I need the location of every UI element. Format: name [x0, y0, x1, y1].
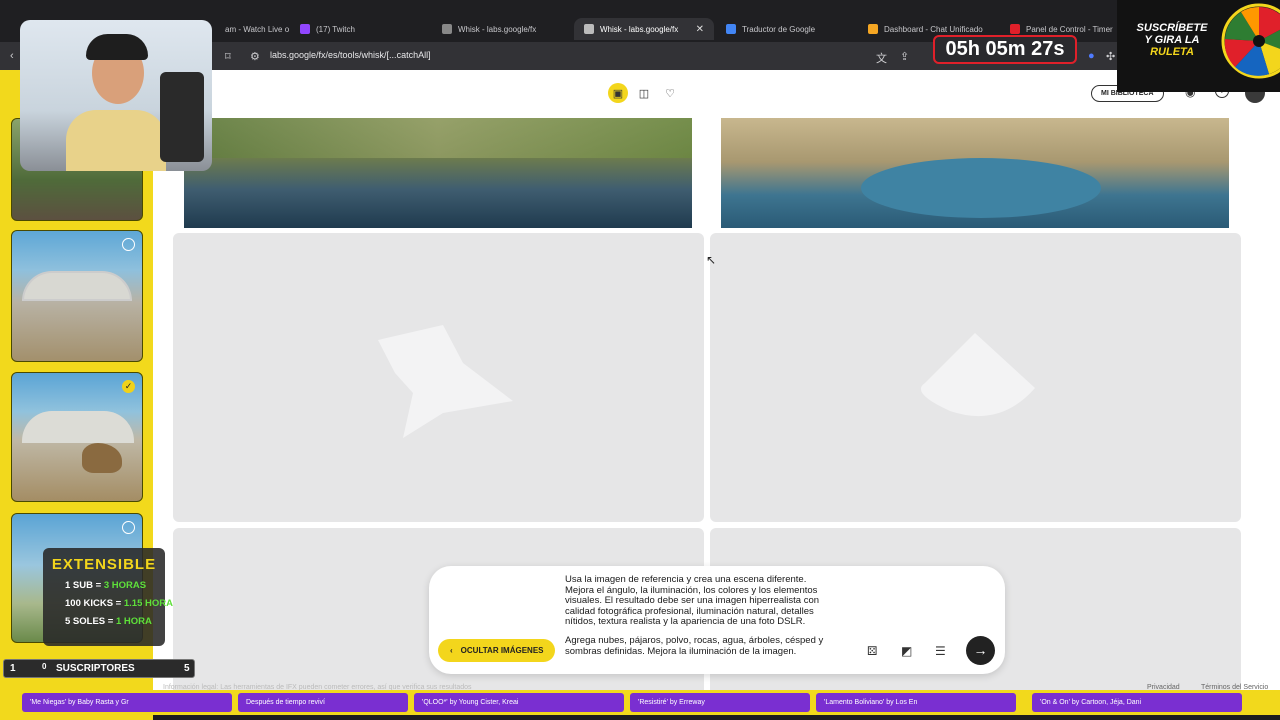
building-shape — [22, 411, 134, 443]
translate-page-icon[interactable]: 文 — [876, 50, 887, 66]
tab-whisk-1[interactable]: Whisk - labs.google/fx — [432, 18, 572, 40]
microphone-arm — [160, 72, 204, 162]
prompt-textarea[interactable]: Usa la imagen de referencia y crea una e… — [565, 574, 833, 665]
extensible-line: 1 SUB = 3 HORAS — [43, 580, 165, 591]
tab-twitch[interactable]: (17) Twitch — [290, 18, 430, 40]
site-info-icon[interactable]: ⚙ — [250, 50, 260, 63]
ext-left: 100 KICKS = — [65, 598, 124, 609]
webcam-overlay — [20, 20, 212, 171]
dinosaur-shape — [82, 443, 122, 473]
ticker-item: 'Resistiré' by Erreway — [630, 693, 810, 712]
music-ticker: 'Me Niegas' by Baby Rasta y Gr Después d… — [0, 690, 1280, 715]
favorites-heart-icon[interactable]: ♡ — [660, 83, 680, 103]
ext-right: 1 HORA — [115, 616, 152, 627]
ticker-item: Después de tiempo reviví — [238, 693, 408, 712]
building-shape — [22, 271, 132, 301]
prompt-paragraph: Agrega nubes, pájaros, polvo, rocas, agu… — [565, 635, 824, 657]
promo-text: SUSCRÍBETE Y GIRA LA RULETA — [1127, 22, 1217, 58]
promo-line: Y GIRA LA — [1144, 34, 1200, 46]
tab-label: Dashboard - Chat Unificado — [884, 24, 983, 34]
tab-whisk-active[interactable]: Whisk - labs.google/fx ✕ — [574, 18, 714, 40]
ticker-item: 'QLOO*' by Young Cister, Kreai — [414, 693, 624, 712]
mouse-cursor-icon: ↖ — [706, 253, 717, 267]
tab-translate[interactable]: Traductor de Google — [716, 18, 856, 40]
tab-kick[interactable]: am - Watch Live o — [215, 18, 290, 40]
submit-arrow-button[interactable]: → — [966, 636, 995, 665]
ext-right: 1.15 HORA — [123, 598, 173, 609]
extensible-line: 100 KICKS = 1.15 HORA — [43, 598, 173, 609]
mode-switcher: ▣ ◫ ♡ — [608, 83, 680, 103]
tab-label: (17) Twitch — [316, 24, 355, 34]
generated-image-2[interactable] — [721, 118, 1229, 228]
back-icon[interactable]: ‹ — [10, 50, 14, 62]
extensible-panel: EXTENSIBLE 1 SUB = 3 HORAS 100 KICKS = 1… — [43, 548, 173, 646]
twitch-icon — [300, 24, 310, 34]
image-loading-placeholder — [710, 233, 1241, 522]
whisk-icon — [442, 24, 452, 34]
ticker-item: 'Lamento Boliviano' by Los En — [816, 693, 1016, 712]
timer-icon — [1010, 24, 1020, 34]
extensions-puzzle-icon[interactable]: ✣ — [1106, 50, 1115, 63]
extensible-title: EXTENSIBLE — [51, 556, 157, 573]
tab-label: Whisk - labs.google/fx — [458, 24, 537, 34]
thumbnail-2[interactable] — [11, 230, 143, 362]
video-mode-icon[interactable]: ◫ — [634, 83, 654, 103]
select-circle[interactable] — [122, 521, 135, 534]
extensible-line: 5 SOLES = 1 HORA — [43, 616, 165, 627]
ticker-item: 'On & On' by Cartoon, Jéja, Dani — [1032, 693, 1242, 712]
prompt-panel: Usa la imagen de referencia y crea una e… — [429, 566, 1005, 674]
image-loading-placeholder — [173, 233, 704, 522]
url-field[interactable]: labs.google/fx/es/tools/whisk/[...catchA… — [270, 50, 431, 60]
share-icon[interactable]: ⇪ — [900, 50, 909, 63]
bookmark-icon[interactable]: ⌑ — [225, 50, 231, 63]
thumbnail-3-selected[interactable]: ✓ — [11, 372, 143, 502]
prompt-paragraph: Usa la imagen de referencia y crea una e… — [565, 574, 820, 628]
ext-left: 5 SOLES = — [65, 616, 116, 627]
tab-label: am - Watch Live o — [225, 24, 290, 34]
promo-line: SUSCRÍBETE — [1136, 22, 1208, 34]
hide-images-button[interactable]: ‹ OCULTAR IMÁGENES — [438, 639, 556, 662]
ticker-item: 'Me Niegas' by Baby Rasta y Gr — [22, 693, 232, 712]
pond-area — [861, 158, 1101, 218]
streamer-hair — [86, 34, 148, 60]
aspect-ratio-icon[interactable]: ◩ — [901, 644, 912, 658]
hide-images-label: OCULTAR IMÁGENES — [460, 646, 544, 655]
generated-image-1[interactable] — [184, 118, 692, 228]
extension-icon[interactable]: ● — [1088, 50, 1095, 62]
promo-line: RULETA — [1150, 46, 1194, 58]
chevron-left-icon: ‹ — [450, 646, 453, 655]
roulette-wheel-icon — [1221, 3, 1280, 79]
translate-icon — [726, 24, 736, 34]
ext-left: 1 SUB = — [65, 580, 104, 591]
whisk-icon — [584, 24, 594, 34]
image-mode-icon[interactable]: ▣ — [608, 83, 628, 103]
settings-sliders-icon[interactable]: ☰ — [935, 644, 946, 658]
subs-progress: 0 — [42, 662, 47, 671]
tab-label: Traductor de Google — [742, 24, 816, 34]
select-circle[interactable] — [122, 238, 135, 251]
tab-label: Whisk - labs.google/fx — [600, 24, 679, 34]
tab-label: Panel de Control - Timer — [1026, 24, 1113, 34]
ext-right: 3 HORAS — [103, 580, 147, 591]
random-dice-icon[interactable]: ⚄ — [867, 644, 877, 658]
stream-timer: 05h 05m 27s — [933, 35, 1077, 64]
subscribe-roulette-promo: SUSCRÍBETE Y GIRA LA RULETA — [1117, 0, 1280, 92]
grass-area — [184, 118, 692, 158]
subs-goal: 5 — [184, 663, 190, 674]
subs-count-left: 1 — [10, 663, 16, 674]
subscriber-goal-bar: 1 0 SUSCRIPTORES 5 — [3, 659, 195, 678]
close-tab-icon[interactable]: ✕ — [696, 24, 704, 35]
dashboard-icon — [868, 24, 878, 34]
streamer-shirt — [66, 110, 166, 171]
loading-shape-icon — [920, 333, 1035, 417]
selected-check-icon[interactable]: ✓ — [122, 380, 135, 393]
loading-shape-icon — [378, 325, 513, 438]
subs-label: SUSCRIPTORES — [56, 663, 135, 674]
